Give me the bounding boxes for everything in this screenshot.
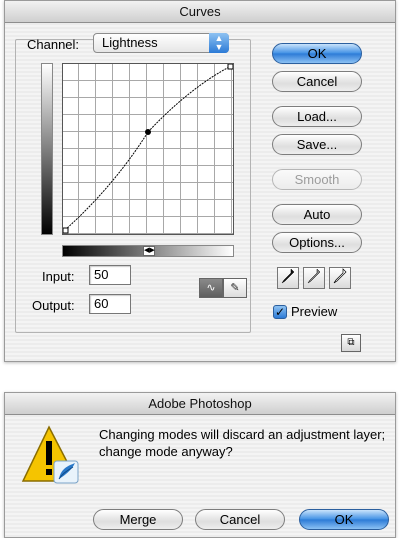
- eyedropper-group: [277, 267, 351, 289]
- gray-eyedropper-icon[interactable]: [303, 267, 325, 289]
- cancel-button[interactable]: Cancel: [272, 71, 362, 92]
- curve-endpoint-black[interactable]: [63, 227, 69, 234]
- curve-tool-icon[interactable]: ∿: [199, 278, 223, 298]
- curve-svg: [63, 64, 233, 234]
- alert-title: Adobe Photoshop: [5, 393, 395, 415]
- alert-message: Changing modes will discard an adjustmen…: [99, 427, 386, 459]
- gradient-toggle-icon[interactable]: ◀▶: [143, 246, 155, 256]
- input-gradient-bar: ◀▶: [62, 245, 234, 257]
- alert-ok-button[interactable]: OK: [299, 509, 389, 530]
- preview-checkbox[interactable]: ✓: [273, 304, 287, 319]
- curve-endpoint-white[interactable]: [227, 64, 233, 70]
- expand-icon[interactable]: ⧉: [341, 334, 361, 352]
- save-button[interactable]: Save...: [272, 134, 362, 155]
- input-label: Input:: [42, 269, 75, 284]
- preview-checkbox-row[interactable]: ✓ Preview: [273, 304, 337, 319]
- curve-tool-toggle: ∿ ✎: [199, 278, 247, 298]
- curves-window: Curves Channel: Lightness ▲ ▼ ◀▶ Input: 5…: [4, 0, 396, 362]
- preview-label: Preview: [291, 304, 338, 319]
- curve-graph[interactable]: [62, 63, 234, 235]
- alert-cancel-button[interactable]: Cancel: [195, 509, 285, 530]
- smooth-button[interactable]: Smooth: [272, 169, 362, 190]
- auto-button[interactable]: Auto: [272, 204, 362, 225]
- channel-select-value: Lightness: [102, 35, 158, 50]
- warning-icon: [21, 425, 81, 485]
- merge-button[interactable]: Merge: [93, 509, 183, 530]
- output-field[interactable]: 60: [89, 294, 131, 314]
- curves-title: Curves: [5, 1, 395, 23]
- input-field[interactable]: 50: [89, 265, 131, 285]
- alert-window: Adobe Photoshop Changing modes will disc…: [4, 392, 396, 538]
- load-button[interactable]: Load...: [272, 106, 362, 127]
- white-eyedropper-icon[interactable]: [329, 267, 351, 289]
- curve-control-point[interactable]: [145, 129, 151, 135]
- black-eyedropper-icon[interactable]: [277, 267, 299, 289]
- pencil-tool-icon[interactable]: ✎: [223, 278, 247, 298]
- ok-button[interactable]: OK: [272, 43, 362, 64]
- curve-line: [64, 65, 232, 231]
- channel-label: Channel:: [27, 37, 80, 52]
- chevron-updown-icon: ▲ ▼: [209, 33, 229, 53]
- output-gradient-bar: [41, 63, 53, 235]
- output-label: Output:: [32, 298, 75, 313]
- options-button[interactable]: Options...: [272, 232, 362, 253]
- channel-select[interactable]: Lightness ▲ ▼: [93, 33, 229, 53]
